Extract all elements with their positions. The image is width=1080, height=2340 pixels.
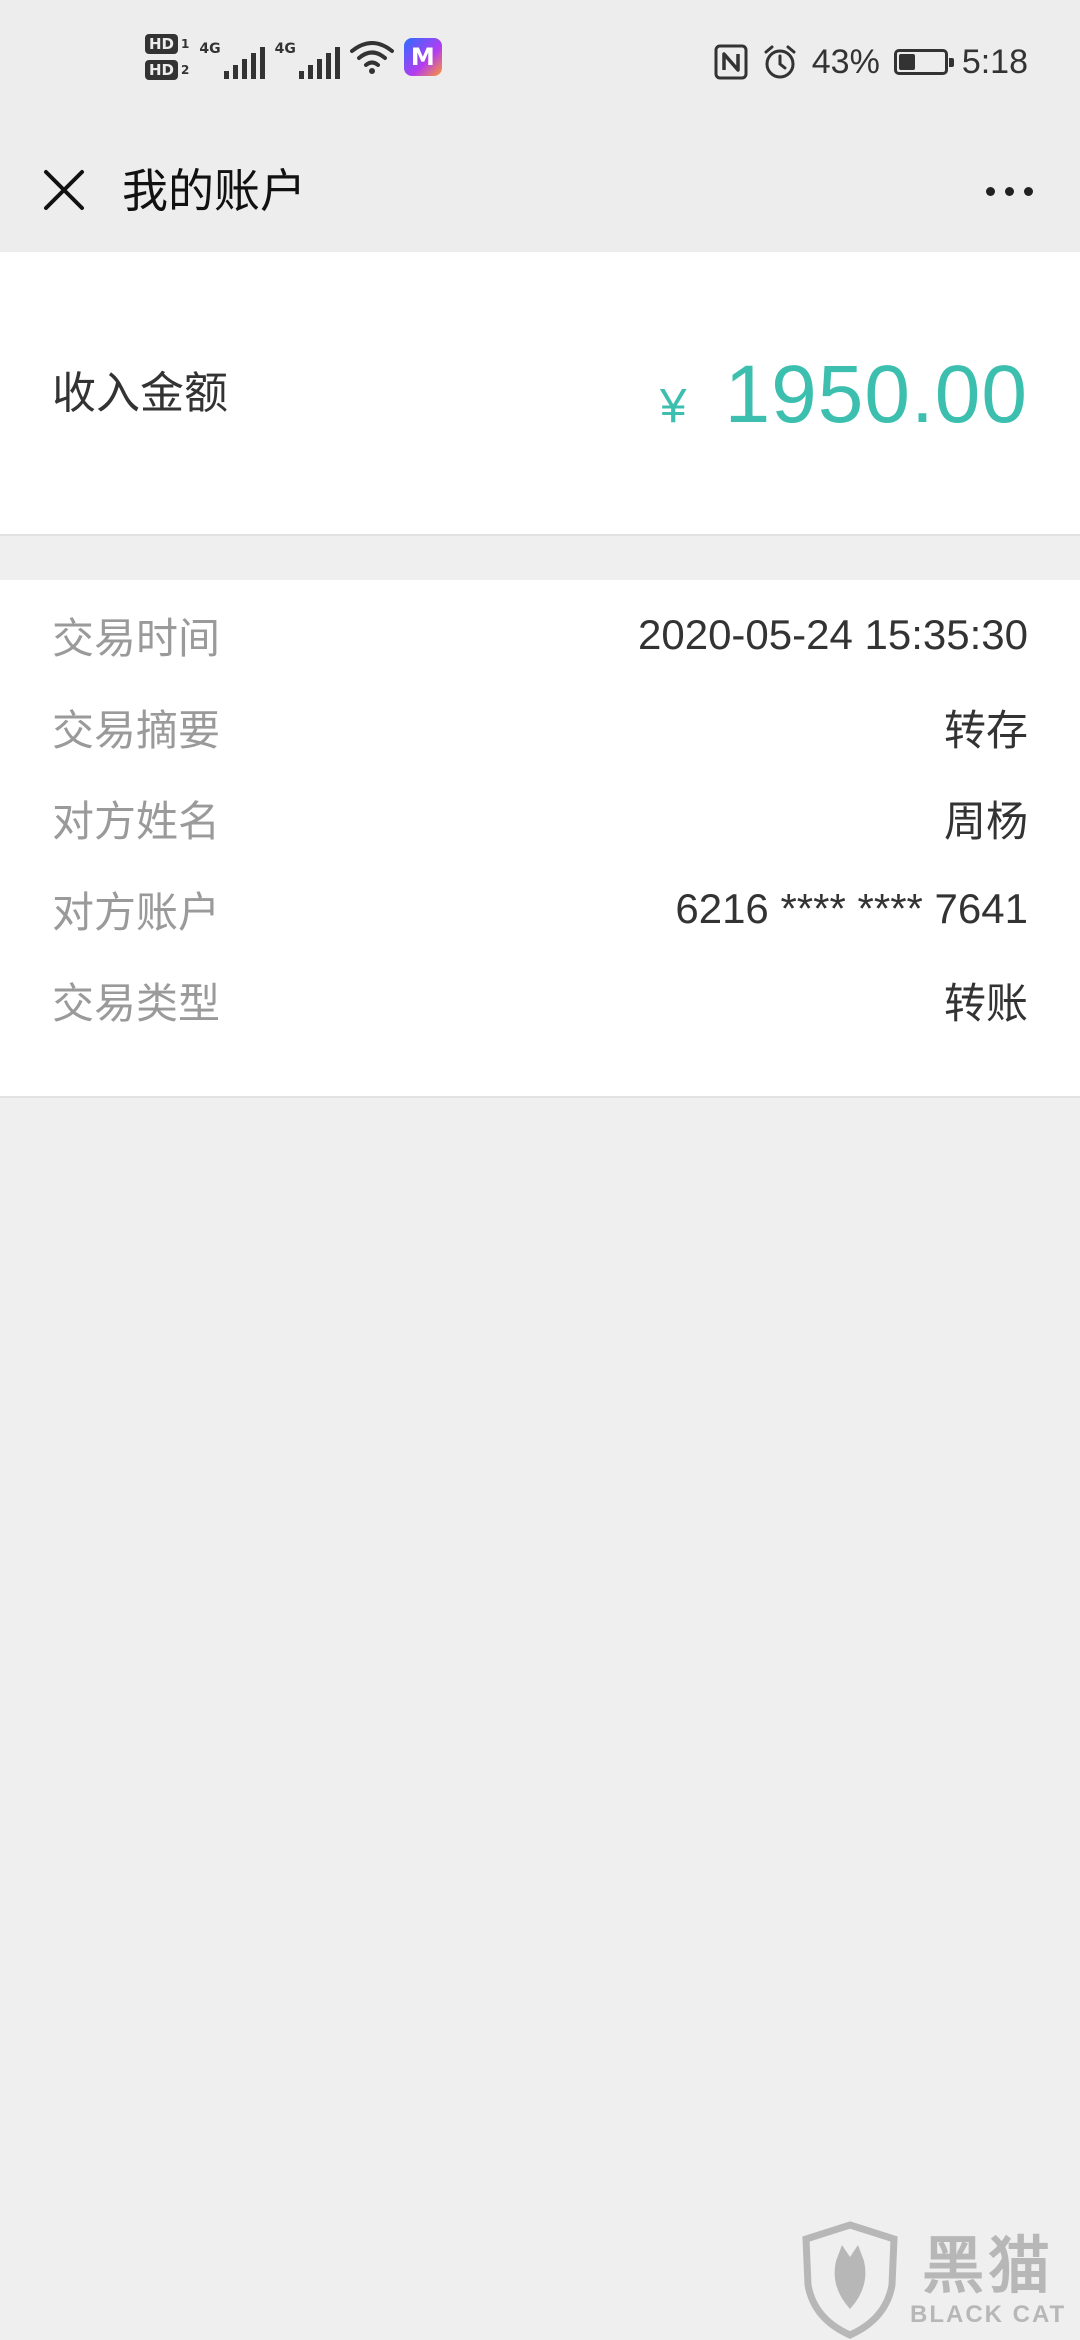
page-title: 我的账户 xyxy=(122,164,306,218)
currency-symbol: ¥ xyxy=(659,380,687,433)
clock-time: 5:18 xyxy=(961,43,1028,81)
more-dot-icon xyxy=(1023,186,1033,196)
hd-sim1-icon: HD 1 xyxy=(145,34,189,54)
amount-label: 收入金额 xyxy=(52,368,228,419)
more-options-button[interactable] xyxy=(974,166,1044,216)
app-notification-icon: M xyxy=(403,38,442,76)
hd-sim-number: 1 xyxy=(181,37,190,51)
alarm-icon xyxy=(764,45,796,79)
status-bar-right: 43% 5:18 xyxy=(714,42,1028,82)
detail-key: 交易时间 xyxy=(52,613,221,663)
detail-value: 转账 xyxy=(943,979,1028,1027)
close-icon xyxy=(44,170,84,210)
signal-bars xyxy=(223,45,265,79)
detail-key: 对方姓名 xyxy=(52,796,221,846)
detail-row-counterparty-name: 对方姓名 周杨 xyxy=(52,783,1028,853)
hd-sim-number: 2 xyxy=(181,63,190,77)
watermark-en: BLACK CAT xyxy=(910,2301,1067,2328)
hd-sim2-icon: HD 2 xyxy=(145,60,189,80)
amount-number: 1950.00 xyxy=(724,349,1028,440)
detail-value: 2020-05-24 15:35:30 xyxy=(638,611,1028,658)
detail-value: 转存 xyxy=(943,706,1028,754)
wifi-icon xyxy=(349,41,394,74)
detail-key: 交易摘要 xyxy=(52,705,221,755)
watermark-logo: 黑猫 BLACK CAT xyxy=(800,2220,1080,2340)
watermark-text: 黑猫 BLACK CAT xyxy=(910,2231,1066,2329)
close-button[interactable] xyxy=(34,160,94,220)
hd-label: HD xyxy=(145,34,179,54)
battery-level-fill xyxy=(898,54,916,70)
amount-value: ¥ 1950.00 xyxy=(660,348,1028,442)
detail-row-time: 交易时间 2020-05-24 15:35:30 xyxy=(52,600,1028,670)
signal-sim1-icon: 4G xyxy=(199,35,265,79)
detail-row-summary: 交易摘要 转存 xyxy=(52,692,1028,762)
detail-row-type: 交易类型 转账 xyxy=(52,965,1028,1035)
status-bar-left: HD 1 HD 2 4G 4G M xyxy=(145,34,442,80)
transaction-details: 交易时间 2020-05-24 15:35:30 交易摘要 转存 对方姓名 周杨… xyxy=(0,580,1080,1098)
detail-row-counterparty-account: 对方账户 6216 **** **** 7641 xyxy=(52,874,1028,944)
more-dot-icon xyxy=(985,186,995,196)
signal-sim2-icon: 4G xyxy=(275,35,340,79)
watermark-cn: 黑猫 xyxy=(922,2229,1055,2302)
nav-bar: 我的账户 xyxy=(0,130,1080,252)
hd-label: HD xyxy=(145,60,179,80)
cat-shield-icon xyxy=(802,2221,898,2339)
signal-bars xyxy=(298,45,340,79)
more-dot-icon xyxy=(1004,186,1014,196)
amount-card: 收入金额 ¥ 1950.00 xyxy=(0,252,1080,536)
detail-key: 对方账户 xyxy=(52,887,221,937)
network-type-label: 4G xyxy=(199,41,221,57)
battery-percent: 43% xyxy=(811,43,880,81)
detail-value: 6216 **** **** 7641 xyxy=(675,885,1028,932)
detail-key: 交易类型 xyxy=(52,978,221,1028)
battery-icon xyxy=(893,49,954,75)
nfc-icon xyxy=(714,44,748,80)
status-bar: HD 1 HD 2 4G 4G M 43% 5:18 xyxy=(0,0,1080,130)
detail-value: 周杨 xyxy=(943,797,1028,845)
network-type-label: 4G xyxy=(274,41,296,57)
hd-indicators: HD 1 HD 2 xyxy=(145,34,189,80)
